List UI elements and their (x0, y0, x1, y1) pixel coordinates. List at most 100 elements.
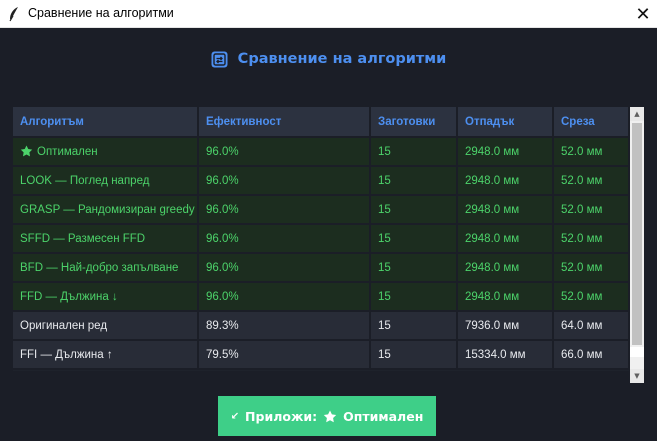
cell-cuts: 52.0 мм (553, 253, 630, 283)
cell-blanks: 15 (370, 253, 458, 283)
apply-label: Приложи: (245, 408, 318, 424)
cell-algorithm: SFFD — Размесен FFD (13, 224, 199, 254)
cell-text: 2948.0 мм (465, 203, 520, 216)
cell-cuts: 52.0 мм (553, 224, 630, 254)
cell-waste: 2948.0 мм (457, 195, 554, 225)
cell-algorithm: Оригинален ред (13, 311, 199, 341)
scroll-up-button[interactable]: ▲ (630, 107, 644, 121)
cell-text: SFFD — Размесен FFD (20, 232, 146, 245)
cell-waste: 2948.0 мм (457, 253, 554, 283)
cell-text: 2948.0 мм (465, 174, 520, 187)
table-row[interactable]: FFI — Дължина ↑ 79.5% 15 15334.0 мм 66.0 мм (13, 340, 630, 370)
cell-cuts: 52.0 мм (553, 195, 630, 225)
cell-blanks: 15 (370, 166, 458, 196)
cell-waste: 2948.0 мм (457, 282, 554, 312)
apply-value: Оптимален (343, 408, 424, 424)
cell-algorithm: BFD — Най-добро запълване (13, 253, 199, 283)
cell-text: 96.0% (206, 261, 239, 274)
scrollbar-thumb[interactable] (632, 123, 642, 345)
column-header-blanks[interactable]: Заготовки (370, 107, 458, 138)
cell-algorithm: LOOK — Поглед напред (13, 166, 199, 196)
cell-cuts: 52.0 мм (553, 166, 630, 196)
cell-waste: 15334.0 мм (457, 340, 554, 370)
cell-text: 52.0 мм (561, 145, 603, 158)
cell-efficiency: 96.0% (198, 195, 371, 225)
table-scrollbar[interactable]: ▲ ▼ (630, 107, 644, 383)
cell-text: 79.5% (206, 348, 239, 361)
column-header-cuts[interactable]: Среза (553, 107, 630, 138)
scroll-down-button[interactable]: ▼ (630, 369, 644, 383)
cell-efficiency: 96.0% (198, 137, 371, 167)
cell-text: 52.0 мм (561, 261, 603, 274)
cell-blanks: 15 (370, 311, 458, 341)
cell-text: FFI — Дължина ↑ (20, 348, 113, 361)
cell-waste: 7936.0 мм (457, 311, 554, 341)
cell-blanks: 15 (370, 195, 458, 225)
apply-button[interactable]: ↙ Приложи: Оптимален (218, 396, 436, 436)
cell-blanks: 15 (370, 340, 458, 370)
cell-text: 15 (378, 290, 391, 303)
cell-blanks: 15 (370, 224, 458, 254)
cell-text: 15 (378, 261, 391, 274)
cell-waste: 2948.0 мм (457, 166, 554, 196)
cell-waste: 2948.0 мм (457, 224, 554, 254)
page-heading: Сравнение на алгоритми (0, 48, 657, 70)
cell-text: 15 (378, 174, 391, 187)
column-header-algorithm[interactable]: Алгоритъм (13, 107, 199, 138)
cell-text: 15 (378, 145, 391, 158)
cell-algorithm: Оптимален (13, 137, 199, 167)
triangle-up-icon: ▲ (634, 110, 640, 118)
cell-text: 7936.0 мм (465, 319, 520, 332)
table-row[interactable]: Оптимален 96.0% 15 2948.0 мм 52.0 мм (13, 137, 630, 167)
scrollbar-track-gap (630, 347, 644, 357)
cell-text: 2948.0 мм (465, 261, 520, 274)
cell-efficiency: 96.0% (198, 224, 371, 254)
cell-text: 52.0 мм (561, 290, 603, 303)
cell-text: 15 (378, 348, 391, 361)
star-icon (20, 145, 33, 157)
cell-efficiency: 96.0% (198, 282, 371, 312)
cell-text: LOOK — Поглед напред (20, 174, 150, 187)
cell-text: 2948.0 мм (465, 145, 520, 158)
cell-text: 2948.0 мм (465, 232, 520, 245)
cell-text: Оптимален (37, 146, 98, 158)
cell-efficiency: 79.5% (198, 340, 371, 370)
table-row[interactable]: LOOK — Поглед напред 96.0% 15 2948.0 мм 52.0… (13, 166, 630, 196)
cell-cuts: 64.0 мм (553, 311, 630, 341)
page-title: Сравнение на алгоритми (237, 51, 447, 67)
column-header-waste[interactable]: Отпадък (457, 107, 554, 138)
cell-text: 52.0 мм (561, 232, 603, 245)
cell-algorithm: FFI — Дължина ↑ (13, 340, 199, 370)
star-icon (323, 410, 337, 422)
cell-text: 2948.0 мм (465, 290, 520, 303)
close-icon: ✕ (635, 3, 651, 25)
cell-text: FFD — Дължина ↓ (20, 290, 118, 303)
cell-cuts: 52.0 мм (553, 282, 630, 312)
cell-text: 96.0% (206, 145, 239, 158)
compare-icon (211, 51, 228, 67)
cell-blanks: 15 (370, 137, 458, 167)
cell-text: 52.0 мм (561, 174, 603, 187)
table-row[interactable]: GRASP — Рандомизиран greedy 96.0% 15 2948.0… (13, 195, 630, 225)
cell-text: 15 (378, 319, 391, 332)
table-row[interactable]: BFD — Най-добро запълване 96.0% 15 2948.0 м… (13, 253, 630, 283)
cell-text: 96.0% (206, 290, 239, 303)
table-row[interactable]: Оригинален ред 89.3% 15 7936.0 мм 64.0 мм (13, 311, 630, 341)
table-row[interactable]: SFFD — Размесен FFD 96.0% 15 2948.0 мм 52.0 … (13, 224, 630, 254)
column-header-efficiency[interactable]: Ефективност (198, 107, 371, 138)
cell-text: 52.0 мм (561, 203, 603, 216)
arrow-icon: ↙ (230, 410, 240, 422)
cell-text: GRASP — Рандомизиран greedy (20, 203, 195, 216)
table-row[interactable]: FFD — Дължина ↓ 96.0% 15 2948.0 мм 52.0 мм (13, 282, 630, 312)
feather-icon (9, 7, 18, 22)
cell-efficiency: 96.0% (198, 253, 371, 283)
cell-text: 66.0 мм (561, 348, 603, 361)
comparison-table: Алгоритъм Ефективност Заготовки Отпадък … (13, 107, 630, 371)
cell-efficiency: 96.0% (198, 166, 371, 196)
cell-text: Оригинален ред (20, 319, 108, 332)
window-title: Сравнение на алгоритми (28, 6, 174, 20)
table-header-row: Алгоритъм Ефективност Заготовки Отпадък … (13, 107, 630, 138)
close-button[interactable]: ✕ (629, 0, 657, 28)
window-titlebar: Сравнение на алгоритми ✕ (0, 0, 657, 28)
cell-text: 15 (378, 232, 391, 245)
